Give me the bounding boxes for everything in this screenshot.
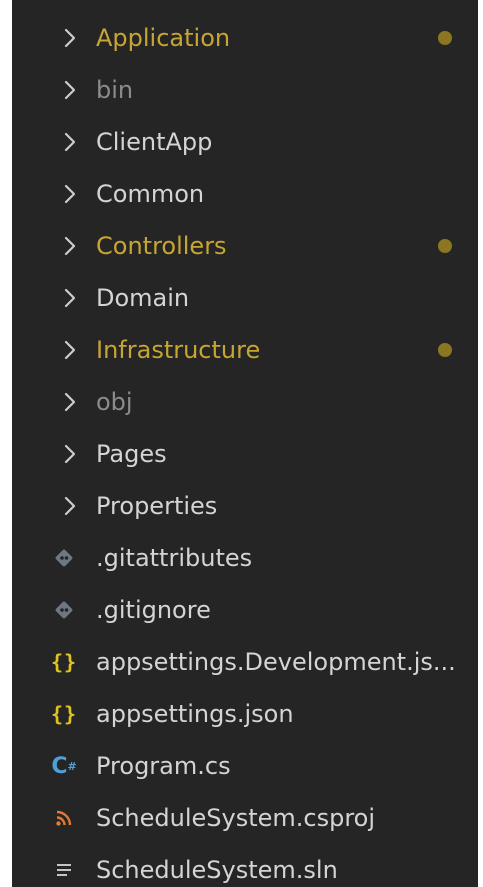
chevron-right-icon (64, 80, 76, 100)
chevron-right-icon (64, 392, 76, 412)
folder-label: Domain (96, 284, 190, 312)
file-label: appsettings.Development.js... (96, 648, 456, 676)
folder-row-common[interactable]: Common (12, 168, 478, 220)
chevron-right-icon (64, 28, 76, 48)
file-explorer-tree: Application bin ClientApp Common Control… (12, 0, 478, 887)
folder-row-application[interactable]: Application (12, 12, 478, 64)
file-row-program-cs[interactable]: C # Program.cs (12, 740, 478, 792)
rss-icon (50, 805, 78, 831)
modified-dot-icon (438, 31, 452, 45)
git-icon (50, 597, 78, 623)
chevron-right-icon (64, 496, 76, 516)
file-row-schedulesystem-csproj[interactable]: ScheduleSystem.csproj (12, 792, 478, 844)
chevron-right-icon (64, 444, 76, 464)
chevron-right-icon (64, 132, 76, 152)
modified-dot-icon (438, 343, 452, 357)
folder-row-bin[interactable]: bin (12, 64, 478, 116)
folder-label: bin (96, 76, 134, 104)
file-label: Program.cs (96, 752, 231, 780)
folder-label: obj (96, 388, 133, 416)
folder-row-properties[interactable]: Properties (12, 480, 478, 532)
csharp-icon: C # (51, 753, 77, 779)
folder-label: Infrastructure (96, 336, 261, 364)
git-icon (50, 545, 78, 571)
file-label: appsettings.json (96, 700, 294, 728)
file-row-appsettings-development[interactable]: {} appsettings.Development.js... (12, 636, 478, 688)
chevron-right-icon (64, 236, 76, 256)
folder-row-pages[interactable]: Pages (12, 428, 478, 480)
folder-label: Properties (96, 492, 218, 520)
folder-label: Application (96, 24, 231, 52)
file-label: .gitignore (96, 596, 211, 624)
solution-list-icon (50, 857, 78, 883)
file-label: ScheduleSystem.sln (96, 856, 338, 884)
file-label: ScheduleSystem.csproj (96, 804, 376, 832)
json-braces-icon: {} (50, 650, 78, 674)
file-row-gitignore[interactable]: .gitignore (12, 584, 478, 636)
folder-row-clientapp[interactable]: ClientApp (12, 116, 478, 168)
chevron-right-icon (64, 184, 76, 204)
modified-dot-icon (438, 239, 452, 253)
folder-label: Controllers (96, 232, 227, 260)
folder-label: Common (96, 180, 205, 208)
file-row-gitattributes[interactable]: .gitattributes (12, 532, 478, 584)
chevron-right-icon (64, 340, 76, 360)
folder-label: Pages (96, 440, 167, 468)
file-row-appsettings-json[interactable]: {} appsettings.json (12, 688, 478, 740)
folder-row-obj[interactable]: obj (12, 376, 478, 428)
folder-row-domain[interactable]: Domain (12, 272, 478, 324)
file-label: .gitattributes (96, 544, 253, 572)
file-row-schedulesystem-sln[interactable]: ScheduleSystem.sln (12, 844, 478, 887)
folder-row-infrastructure[interactable]: Infrastructure (12, 324, 478, 376)
chevron-right-icon (64, 288, 76, 308)
folder-row-controllers[interactable]: Controllers (12, 220, 478, 272)
json-braces-icon: {} (50, 702, 78, 726)
folder-label: ClientApp (96, 128, 213, 156)
